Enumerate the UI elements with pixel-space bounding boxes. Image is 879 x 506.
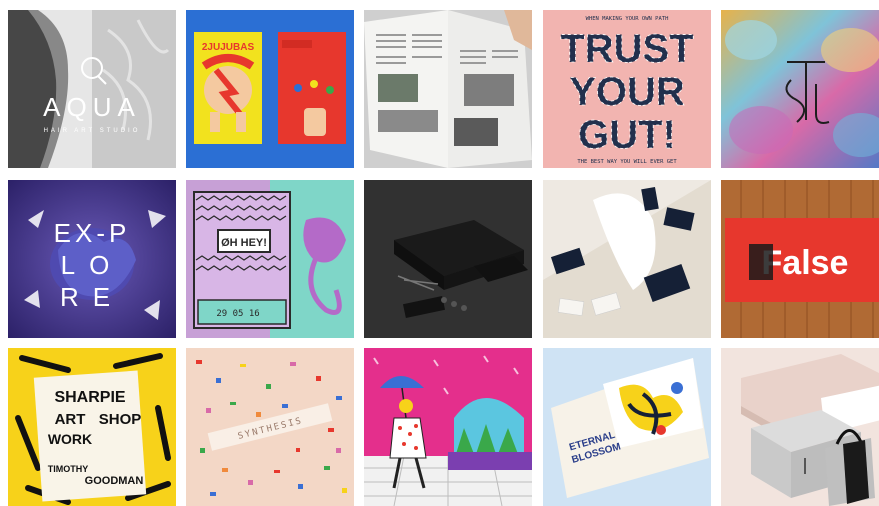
trust-line3: GUT! xyxy=(578,113,676,157)
trust-bottom: THE BEST WAY YOU WILL EVER GET xyxy=(577,159,677,165)
sharpie-l6: GOODMAN xyxy=(85,475,144,487)
tile-black-box[interactable] xyxy=(364,180,532,338)
sharpie-artwork: SHARPIE ART SHOP WORK TIMOTHY GOODMAN xyxy=(8,348,176,506)
jujubas-artwork: 2JUJUBAS xyxy=(186,10,354,168)
trust-line2: YOUR xyxy=(569,70,685,114)
ohhey-sign: ØH HEY! xyxy=(221,237,267,249)
sharpie-l4: SHOP xyxy=(99,411,142,428)
aqua-subtitle: HAIR ART STUDIO xyxy=(44,128,141,134)
false-artwork: False xyxy=(721,180,879,338)
explore-row2: LO xyxy=(61,250,124,280)
aqua-title: AQUA xyxy=(43,92,141,122)
tile-packaging[interactable] xyxy=(721,348,879,506)
tile-eternal-blossom[interactable]: ETERNAL BLOSSOM xyxy=(543,348,711,506)
packaging-artwork xyxy=(721,348,879,506)
eternal-artwork: ETERNAL BLOSSOM xyxy=(543,348,711,506)
tile-false[interactable]: False xyxy=(721,180,879,338)
popart-artwork xyxy=(364,348,532,506)
trust-line1: TRUST xyxy=(560,27,693,71)
sharpie-l3: WORK xyxy=(48,431,92,447)
tile-trust-your-gut[interactable]: WHEN MAKING YOUR OWN PATH TRUST YOUR GUT… xyxy=(543,10,711,168)
trust-artwork: WHEN MAKING YOUR OWN PATH TRUST YOUR GUT… xyxy=(543,10,711,168)
jujubas-brand: 2JUJUBAS xyxy=(202,42,255,53)
tile-sharpie[interactable]: SHARPIE ART SHOP WORK TIMOTHY GOODMAN xyxy=(8,348,176,506)
monogram-artwork xyxy=(721,10,879,168)
explore-row1: EX-P xyxy=(54,218,131,248)
tile-monogram[interactable] xyxy=(721,10,879,168)
explore-artwork: EX-P LO RE xyxy=(8,180,176,338)
sharpie-l5: TIMOTHY xyxy=(48,464,89,474)
false-word: False xyxy=(762,244,849,282)
ohhey-date: 29 05 16 xyxy=(216,309,259,319)
tile-magazine[interactable] xyxy=(364,10,532,168)
tile-oh-hey[interactable]: ØH HEY! 29 05 16 xyxy=(186,180,354,338)
explore-row3: RE xyxy=(60,282,124,312)
confetti-artwork: SYNTHESIS xyxy=(186,348,354,506)
tile-confetti[interactable]: SYNTHESIS xyxy=(186,348,354,506)
cards-artwork xyxy=(543,180,711,338)
tile-explore[interactable]: EX-P LO RE xyxy=(8,180,176,338)
magazine-artwork xyxy=(364,10,532,168)
sharpie-l2: ART xyxy=(55,411,86,428)
aqua-artwork: AQUA HAIR ART STUDIO xyxy=(8,10,176,168)
tile-jujubas[interactable]: 2JUJUBAS xyxy=(186,10,354,168)
sharpie-l1: SHARPIE xyxy=(54,389,125,406)
tile-aqua[interactable]: AQUA HAIR ART STUDIO xyxy=(8,10,176,168)
blackbox-artwork xyxy=(364,180,532,338)
trust-top: WHEN MAKING YOUR OWN PATH xyxy=(586,16,669,22)
ohhey-artwork: ØH HEY! 29 05 16 xyxy=(186,180,354,338)
portfolio-grid: AQUA HAIR ART STUDIO 2JUJUBAS WHEN MAKIN… xyxy=(0,0,879,506)
tile-popart[interactable] xyxy=(364,348,532,506)
tile-cards[interactable] xyxy=(543,180,711,338)
